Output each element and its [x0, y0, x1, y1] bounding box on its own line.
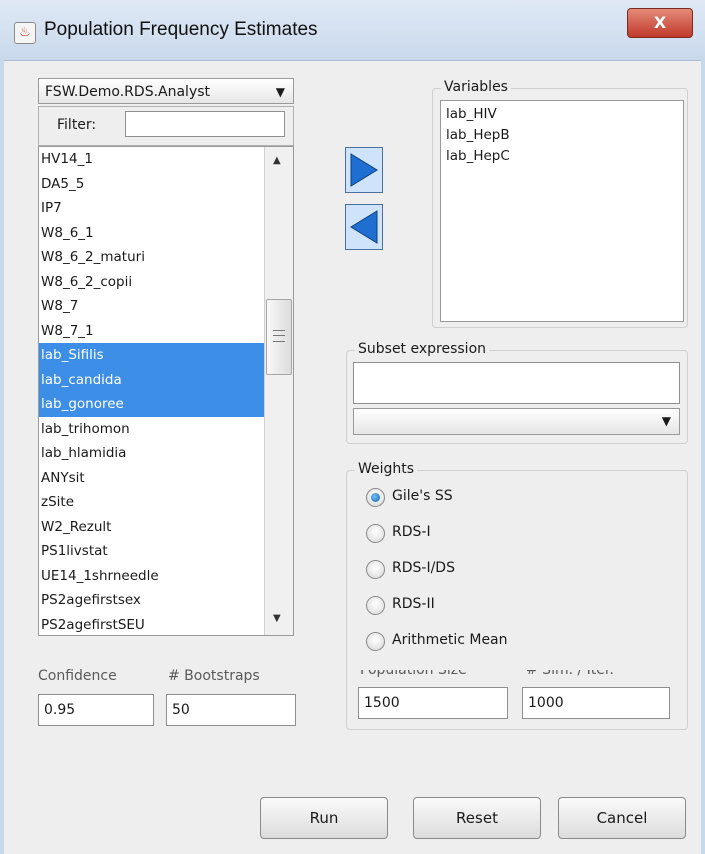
bootstraps-label: # Bootstraps [168, 668, 260, 684]
list-item[interactable]: UE14_1shrneedle [39, 564, 267, 589]
list-item[interactable]: PS2agefirstSEU [39, 613, 267, 636]
radio-button-icon[interactable] [366, 596, 385, 615]
confidence-label: Confidence [38, 668, 117, 684]
list-item[interactable]: lab_trihomon [39, 417, 267, 442]
arrow-right-icon [350, 153, 378, 187]
list-item[interactable]: W8_6_2_maturi [39, 245, 267, 270]
subset-history-select[interactable]: ▼ [353, 408, 680, 435]
move-left-button[interactable] [345, 204, 383, 250]
weight-option-label: Gile's SS [392, 488, 453, 504]
filter-input[interactable] [125, 111, 285, 137]
weight-option-label: RDS-II [392, 596, 435, 612]
filter-row: Filter: [38, 106, 294, 146]
title-bar: ♨ Population Frequency Estimates X [0, 0, 705, 61]
weight-option-label: RDS-I/DS [392, 560, 455, 576]
list-item[interactable]: HV14_1 [39, 147, 267, 172]
radio-button-icon[interactable] [366, 488, 385, 507]
dataset-select[interactable]: FSW.Demo.RDS.Analyst ▼ [38, 78, 294, 104]
list-item[interactable]: W8_6_1 [39, 221, 267, 246]
reset-button[interactable]: Reset [413, 797, 541, 839]
list-item[interactable]: PS2agefirstsex [39, 588, 267, 613]
window-frame-right [701, 60, 705, 854]
variables-group-label: Variables [441, 79, 511, 95]
selected-variables-list[interactable]: lab_HIV lab_HepB lab_HepC [440, 100, 684, 322]
population-size-input[interactable]: 1500 [358, 687, 508, 719]
variable-list[interactable]: HV14_1 DA5_5 IP7 W8_6_1 W8_6_2_maturi W8_6_2_… [38, 146, 294, 636]
grip-icon [273, 330, 285, 342]
filter-label: Filter: [57, 117, 97, 133]
radio-button-icon[interactable] [366, 632, 385, 651]
list-item[interactable]: lab_HIV [446, 104, 678, 125]
list-item[interactable]: lab_hlamidia [39, 441, 267, 466]
weight-option-label: RDS-I [392, 524, 431, 540]
dialog-window: ♨ Population Frequency Estimates X FSW.D… [0, 0, 705, 854]
list-item[interactable]: lab_gonoree [39, 392, 267, 417]
bootstraps-input[interactable]: 50 [166, 694, 296, 726]
confidence-input[interactable]: 0.95 [38, 694, 154, 726]
list-item[interactable]: IP7 [39, 196, 267, 221]
list-item[interactable]: W8_7 [39, 294, 267, 319]
close-button[interactable]: X [627, 8, 693, 38]
scroll-down-arrow-icon[interactable]: ▼ [273, 613, 281, 624]
variable-list-scrollbar[interactable]: ▲ ▼ [264, 147, 293, 635]
arrow-left-icon [350, 210, 378, 244]
list-item[interactable]: lab_candida [39, 367, 267, 392]
java-app-icon: ♨ [14, 22, 36, 44]
run-button[interactable]: Run [260, 797, 388, 839]
weights-group-label: Weights [355, 461, 418, 477]
list-item[interactable]: W8_7_1 [39, 319, 267, 344]
window-frame-left [0, 60, 4, 854]
list-item[interactable]: lab_HepB [446, 125, 678, 146]
list-item[interactable]: lab_HepC [446, 146, 678, 167]
radio-button-icon[interactable] [366, 560, 385, 579]
list-item[interactable]: lab_Sifilis [39, 343, 267, 368]
subset-group-label: Subset expression [355, 341, 490, 357]
radio-button-icon[interactable] [366, 524, 385, 543]
list-item[interactable]: W2_Rezult [39, 515, 267, 540]
list-item[interactable]: DA5_5 [39, 172, 267, 197]
chevron-down-icon: ▼ [275, 85, 285, 99]
list-item[interactable]: W8_6_2_copii [39, 270, 267, 295]
chevron-down-icon: ▼ [661, 414, 671, 428]
list-item[interactable]: PS1livstat [39, 539, 267, 564]
subset-expression-input[interactable] [353, 362, 680, 404]
scroll-up-arrow-icon[interactable]: ▲ [273, 155, 281, 166]
scrollbar-thumb[interactable] [266, 299, 292, 375]
list-item[interactable]: zSite [39, 490, 267, 515]
window-title: Population Frequency Estimates [44, 19, 318, 40]
dataset-select-value: FSW.Demo.RDS.Analyst [45, 84, 211, 100]
move-right-button[interactable] [345, 147, 383, 193]
list-item[interactable]: ANYsit [39, 466, 267, 491]
sim-iter-input[interactable]: 1000 [522, 687, 670, 719]
weight-option-label: Arithmetic Mean [392, 632, 508, 648]
cancel-button[interactable]: Cancel [558, 797, 686, 839]
